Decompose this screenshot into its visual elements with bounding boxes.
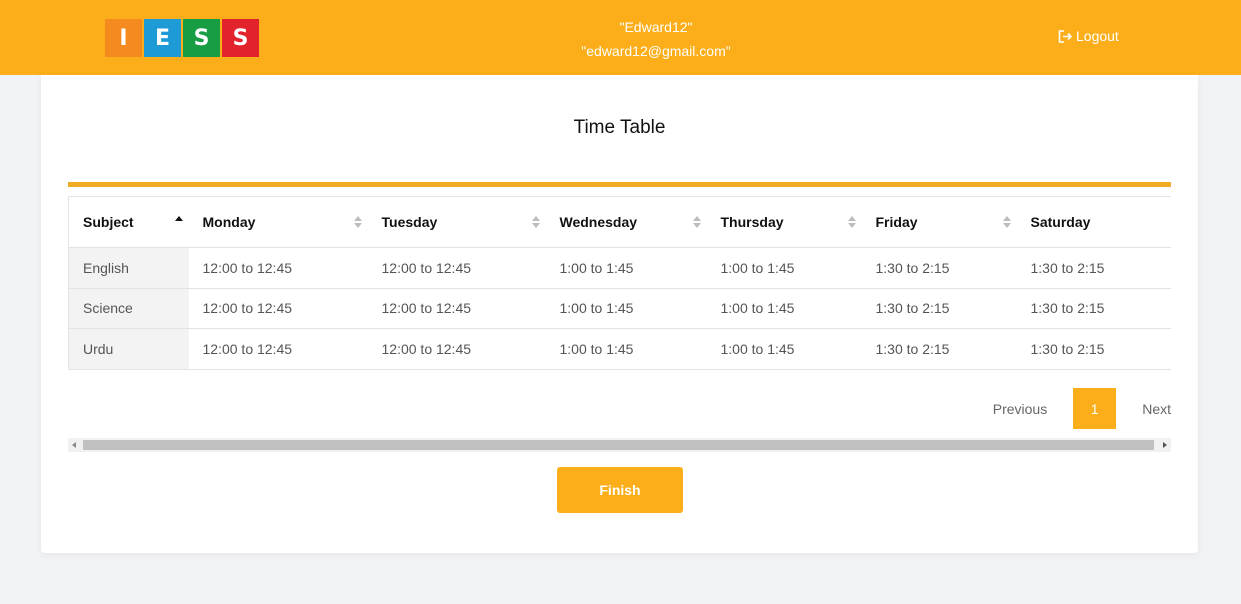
- cell-tuesday: 12:00 to 12:45: [381, 300, 472, 317]
- top-bar: I E S S "Edward12" "edward12@gmail.com" …: [0, 0, 1241, 75]
- cell-thursday: 1:00 to 1:45: [720, 259, 795, 276]
- table-row: English 12:00 to 12:45 12:00 to 12:45 1:…: [68, 247, 1171, 288]
- sort-icon: [847, 216, 856, 228]
- column-header-monday[interactable]: Monday: [189, 197, 368, 248]
- accent-divider: [68, 182, 1171, 187]
- page-1-button[interactable]: 1: [1073, 388, 1117, 429]
- cell-wednesday: 1:00 to 1:45: [559, 300, 634, 317]
- column-header-friday[interactable]: Friday: [862, 197, 1017, 248]
- logout-label: Logout: [1076, 28, 1119, 44]
- logo-letter-i: I: [105, 19, 142, 57]
- table-row: Urdu 12:00 to 12:45 12:00 to 12:45 1:00 …: [68, 328, 1171, 369]
- username: "Edward12": [619, 19, 693, 35]
- column-header-wednesday[interactable]: Wednesday: [546, 197, 707, 248]
- cell-tuesday: 12:00 to 12:45: [381, 340, 472, 357]
- timetable: Subject Monday Tuesday Wednesday Thursda…: [68, 196, 1171, 370]
- logout-icon: [1058, 29, 1073, 43]
- cell-friday: 1:30 to 2:15: [875, 259, 950, 276]
- sort-icon: [692, 216, 701, 228]
- column-label: Friday: [875, 214, 918, 230]
- next-page-button[interactable]: Next: [1142, 401, 1171, 417]
- logo-letter-e: E: [144, 19, 181, 57]
- cell-subject: Urdu: [68, 328, 189, 369]
- column-header-subject[interactable]: Subject: [68, 196, 189, 248]
- column-header-tuesday[interactable]: Tuesday: [368, 197, 546, 248]
- column-header-thursday[interactable]: Thursday: [707, 197, 862, 248]
- user-info: "Edward12" "edward12@gmail.com": [540, 15, 772, 63]
- timetable-card: Time Table Subject Monday Tuesday Wednes…: [41, 75, 1198, 553]
- column-header-saturday[interactable]: Saturday: [1017, 197, 1172, 248]
- scroll-right-icon[interactable]: [1163, 442, 1167, 448]
- column-label: Saturday: [1030, 214, 1091, 230]
- cell-monday: 12:00 to 12:45: [202, 340, 293, 357]
- cell-wednesday: 1:00 to 1:45: [559, 340, 634, 357]
- cell-saturday: 1:30 to 2:15: [1030, 300, 1105, 317]
- pagination: Previous 1 Next: [993, 388, 1171, 429]
- table-header-row: Subject Monday Tuesday Wednesday Thursda…: [68, 196, 1172, 248]
- sort-asc-icon: [174, 216, 183, 228]
- column-label: Wednesday: [559, 214, 638, 230]
- column-label: Thursday: [720, 214, 784, 230]
- cell-subject: Science: [68, 288, 189, 329]
- column-label: Subject: [83, 214, 134, 230]
- cell-wednesday: 1:00 to 1:45: [559, 259, 634, 276]
- user-email: "edward12@gmail.com": [581, 43, 731, 59]
- cell-saturday: 1:30 to 2:15: [1030, 340, 1105, 357]
- cell-thursday: 1:00 to 1:45: [720, 340, 795, 357]
- cell-friday: 1:30 to 2:15: [875, 300, 950, 317]
- logo-letter-s2: S: [222, 19, 259, 57]
- iess-logo[interactable]: I E S S: [105, 19, 259, 57]
- scrollbar-thumb[interactable]: [83, 440, 1154, 450]
- previous-page-button[interactable]: Previous: [993, 401, 1047, 417]
- cell-saturday: 1:30 to 2:15: [1030, 259, 1105, 276]
- cell-thursday: 1:00 to 1:45: [720, 300, 795, 317]
- horizontal-scrollbar[interactable]: [68, 438, 1171, 452]
- cell-subject: English: [68, 247, 189, 288]
- scroll-left-icon[interactable]: [72, 442, 76, 448]
- sort-icon: [531, 216, 540, 228]
- table-row: Science 12:00 to 12:45 12:00 to 12:45 1:…: [68, 288, 1171, 329]
- cell-friday: 1:30 to 2:15: [875, 340, 950, 357]
- logout-link[interactable]: Logout: [1058, 28, 1119, 44]
- sort-icon: [1002, 216, 1011, 228]
- cell-tuesday: 12:00 to 12:45: [381, 259, 472, 276]
- cell-monday: 12:00 to 12:45: [202, 259, 293, 276]
- cell-monday: 12:00 to 12:45: [202, 300, 293, 317]
- column-label: Tuesday: [381, 214, 438, 230]
- column-label: Monday: [202, 214, 256, 230]
- sort-icon: [353, 216, 362, 228]
- page-title: Time Table: [573, 117, 666, 138]
- finish-button[interactable]: Finish: [557, 467, 683, 513]
- logo-letter-s: S: [183, 19, 220, 57]
